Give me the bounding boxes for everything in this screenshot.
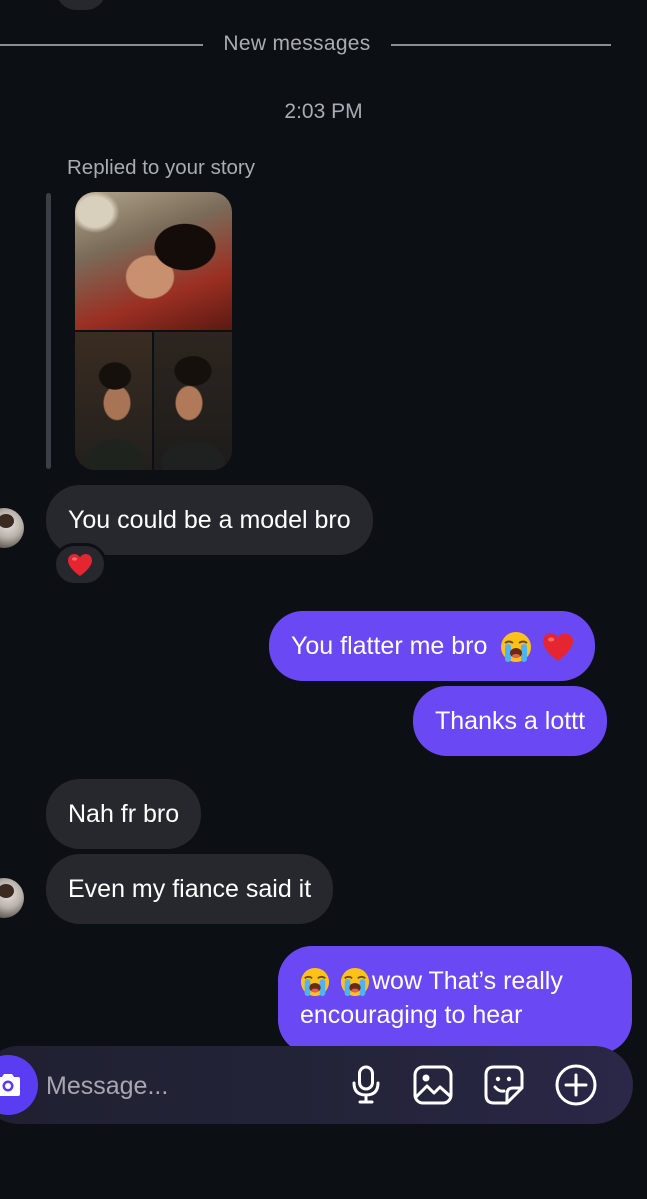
divider-line-right [391,44,611,46]
microphone-icon [352,1065,380,1104]
sender-avatar[interactable] [0,878,24,918]
new-messages-divider: New messages [0,30,647,60]
heart-reaction-badge[interactable] [53,543,107,586]
message-text-line1: wow That’s really [372,967,563,995]
message-bubble-incoming[interactable]: Even my fiance said it [46,854,334,924]
story-photo-bottom-right [153,331,232,470]
message-bubble-outgoing[interactable]: You flatter me bro [269,611,596,682]
divider-line-left [0,44,203,46]
story-reply-label: Replied to your story [67,156,256,179]
message-text: You flatter me bro [291,632,488,660]
new-messages-label: New messages [223,32,371,55]
sticker-icon [484,1065,524,1105]
plus-button[interactable] [554,1063,598,1107]
message-timestamp: 2:03 PM [284,100,363,123]
story-photo-bottom-left [75,331,153,470]
story-thumbnail[interactable] [75,192,232,470]
sender-avatar[interactable] [0,508,24,548]
microphone-button[interactable] [344,1063,388,1107]
message-bubble-outgoing[interactable]: Thanks a lottt [413,686,608,756]
message-bubble-outgoing[interactable]: wow That’s really encouraging to hear [278,946,632,1054]
chat-screen: New messages 2:03 PM Replied to your sto… [0,0,647,1199]
camera-icon [0,1074,20,1096]
story-reply-bar [46,193,51,469]
red-heart-icon [68,553,92,576]
previous-message-bubble[interactable] [56,0,106,10]
photo-divider-vertical [152,331,154,470]
red-heart-icon [543,633,574,662]
message-text-line2: encouraging to hear [300,1001,523,1029]
loudly-crying-face-icon [340,968,370,997]
gallery-button[interactable] [411,1063,455,1107]
gallery-icon [413,1065,453,1105]
story-photo-top [75,192,232,331]
message-line-2: encouraging to hear [300,998,610,1032]
message-text: You could be a model bro [68,506,351,534]
message-line-1: wow That’s really [300,964,610,998]
message-bubble-incoming[interactable]: Nah fr bro [46,779,202,849]
sticker-button[interactable] [482,1063,526,1107]
message-text: Even my fiance said it [68,875,312,903]
loudly-crying-face-icon [300,968,330,997]
plus-icon [555,1064,597,1106]
message-text: Thanks a lottt [435,707,586,735]
message-text: Nah fr bro [68,800,180,828]
loudly-crying-face-icon [501,632,532,663]
message-input[interactable] [46,1066,326,1106]
